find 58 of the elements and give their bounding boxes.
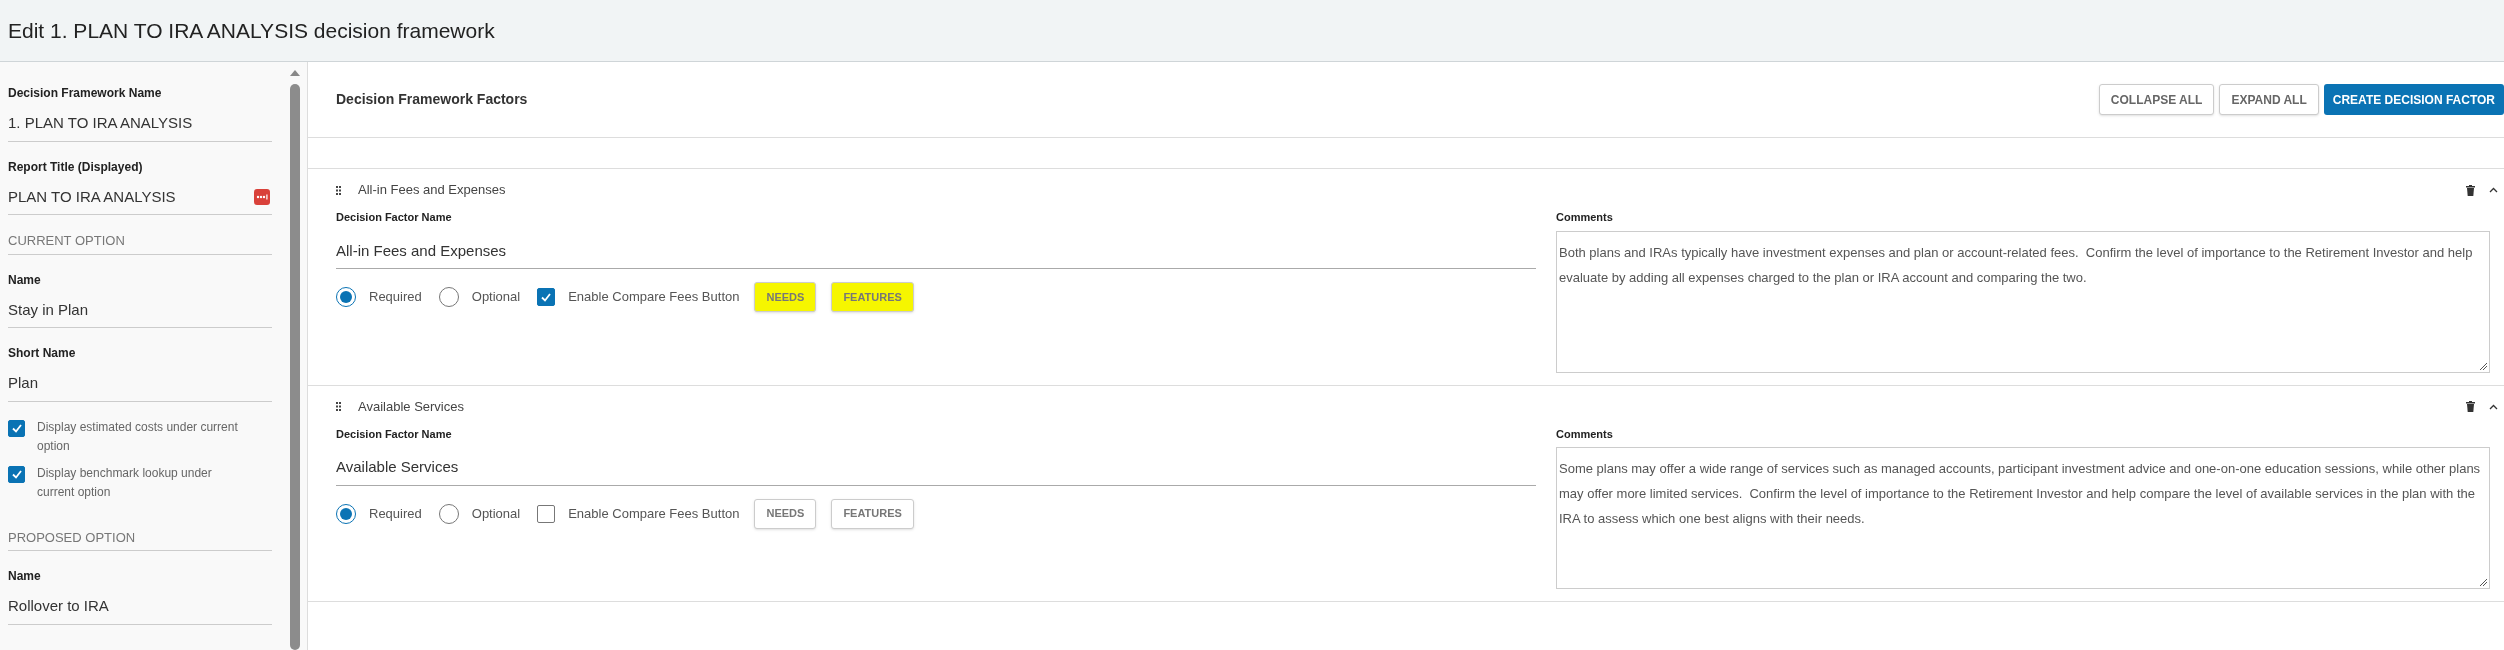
factor-title: Available Services: [358, 397, 464, 416]
text-field[interactable]: Rollover to IRA: [8, 595, 272, 625]
trash-icon[interactable]: [2466, 184, 2475, 196]
resize-grip-icon[interactable]: [2479, 578, 2487, 586]
text-field[interactable]: PLAN TO IRA ANALYSIS: [8, 185, 272, 215]
field-label: Decision Framework Name: [8, 85, 163, 102]
radio-label: Optional: [471, 288, 521, 307]
radio-button[interactable]: [336, 503, 356, 524]
factor-title: All-in Fees and Expenses: [358, 181, 506, 200]
create-button[interactable]: CREATE DECISION FACTOR: [2323, 84, 2504, 115]
text-field[interactable]: Available Services: [336, 456, 1536, 486]
trash-icon[interactable]: [2466, 401, 2475, 412]
section-title: Decision Framework Factors: [336, 90, 528, 109]
radio-label: Required: [369, 288, 422, 307]
field-label: Decision Factor Name: [336, 426, 453, 442]
drag-handle-icon[interactable]: [336, 402, 344, 411]
option-button[interactable]: FEATURES: [831, 498, 914, 529]
radio-label: Optional: [471, 504, 521, 523]
option-button[interactable]: NEEDS: [754, 282, 817, 312]
collapse-caret-icon[interactable]: [2489, 187, 2498, 193]
checkbox[interactable]: [8, 465, 25, 483]
field-label: Name: [8, 271, 42, 289]
scrollbar-thumb[interactable]: [290, 84, 300, 650]
field-label: Short Name: [8, 345, 77, 362]
field-label: Name: [8, 568, 42, 585]
drag-handle-icon[interactable]: [336, 185, 344, 195]
checkbox[interactable]: [537, 504, 556, 523]
text-field[interactable]: Plan: [8, 372, 272, 402]
field-label: Comments: [1556, 210, 1614, 225]
resize-grip-icon[interactable]: [2479, 361, 2487, 370]
window-title: Edit 1. PLAN TO IRA ANALYSIS decision framework: [8, 17, 495, 44]
comments-field[interactable]: Both plans and IRAs typically have investment expenses and plan or account-related fees. Confirm the level of importance to the Retirement Investor and help evaluate by adding all expenses charged to the plan or IRA account and comparing the two.: [1556, 230, 2490, 373]
text-field[interactable]: Stay in Plan: [8, 298, 272, 328]
checkbox-label: Enable Compare Fees Button: [568, 288, 740, 307]
radio-button[interactable]: [438, 287, 459, 307]
section-heading: CURRENT OPTION: [8, 231, 272, 255]
option-button[interactable]: FEATURES: [831, 282, 914, 312]
section-heading: PROPOSED OPTION: [8, 527, 272, 551]
field-label: Decision Factor Name: [336, 210, 453, 225]
text-field[interactable]: 1. PLAN TO IRA ANALYSIS: [8, 112, 272, 142]
checkbox[interactable]: [537, 288, 556, 306]
option-button[interactable]: NEEDS: [754, 498, 817, 529]
radio-button[interactable]: [336, 287, 356, 307]
checkbox-label: Display estimated costs under current option: [37, 418, 239, 455]
collapse-caret-icon[interactable]: [2489, 403, 2498, 410]
toolbar-button[interactable]: EXPAND ALL: [2219, 84, 2319, 115]
comments-field[interactable]: Some plans may offer a wide range of services such as managed accounts, participant investment advice and one-on-one education sessions, while other plans may offer more limited services. Confirm the level of importance to the Retirement Investor and help compare the level of available services in the plan with the IRA to assess which one best aligns with their needs.: [1556, 447, 2490, 589]
toolbar-button[interactable]: COLLAPSE ALL: [2098, 84, 2215, 115]
more-options-icon[interactable]: [254, 188, 270, 205]
checkbox-label: Enable Compare Fees Button: [568, 504, 740, 523]
radio-button[interactable]: [438, 503, 459, 524]
scroll-up-arrow-icon[interactable]: [290, 70, 300, 76]
field-label: Comments: [1556, 426, 1614, 442]
field-label: Report Title (Displayed): [8, 158, 144, 176]
checkbox[interactable]: [8, 419, 25, 437]
text-field[interactable]: All-in Fees and Expenses: [336, 239, 1536, 269]
radio-label: Required: [369, 504, 422, 523]
checkbox-label: Display benchmark lookup under current option: [37, 464, 213, 501]
